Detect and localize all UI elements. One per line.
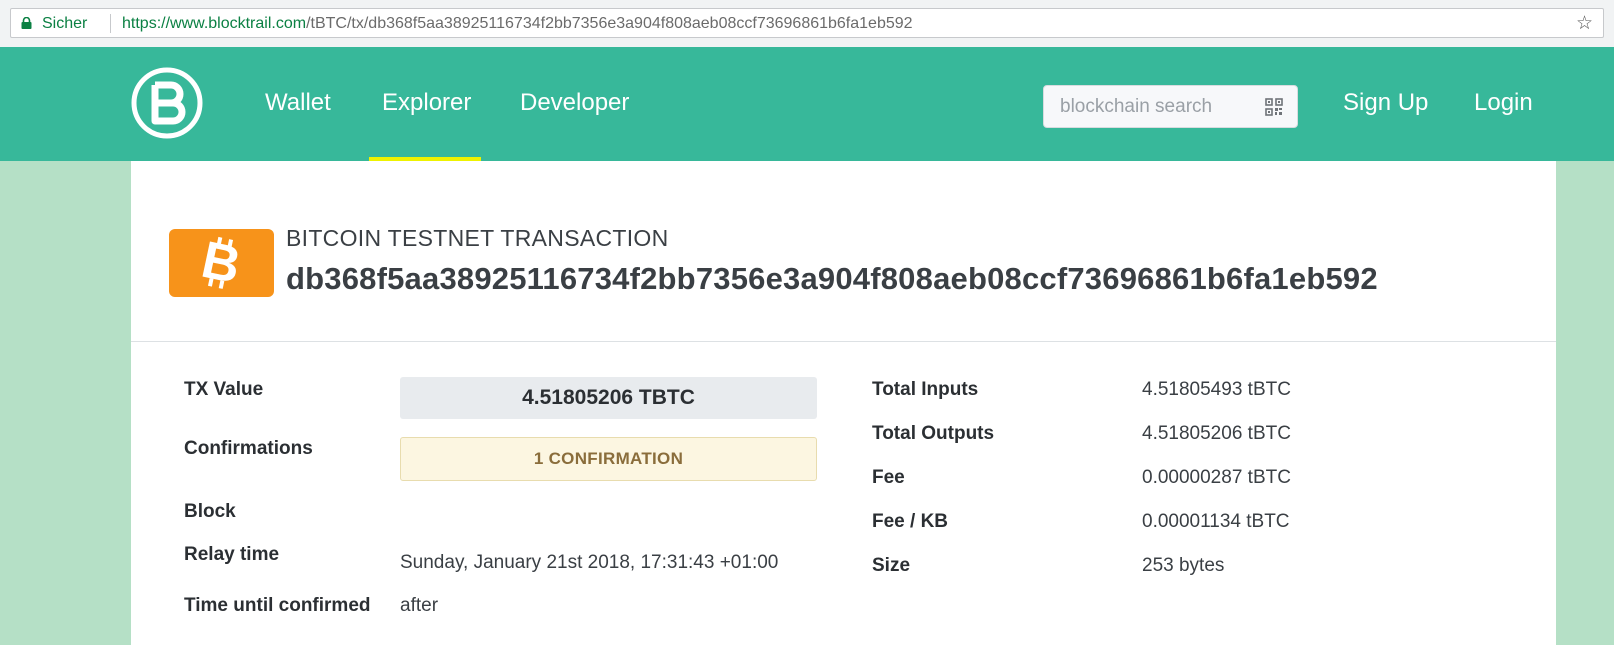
size-label: Size [872,555,911,576]
lock-icon [21,17,32,29]
secure-label[interactable]: Sicher [42,15,87,33]
size-value: 253 bytes [1142,555,1225,576]
blockchain-search-input[interactable] [1044,86,1259,127]
tx-value-label: TX Value [184,379,264,400]
bitcoin-icon: B [197,231,246,296]
address-bar[interactable]: Sicher https://www.blocktrail.com/tBTC/t… [10,8,1604,38]
tx-value-box: 4.51805206 TBTC [400,377,817,419]
time-until-confirmed-label: Time until confirmed [184,595,371,616]
qr-code-icon[interactable] [1265,98,1283,116]
fee-per-kb-label: Fee / KB [872,511,949,532]
nav-explorer[interactable]: Explorer [382,89,471,117]
search-box [1043,85,1298,128]
total-outputs-value: 4.51805206 tBTC [1142,423,1291,444]
total-inputs-label: Total Inputs [872,379,979,400]
time-until-confirmed-value: after [400,595,439,616]
relay-time-label: Relay time [184,544,280,565]
address-separator [110,14,111,33]
url-scheme: https:// [122,15,171,32]
star-icon[interactable]: ☆ [1576,14,1593,33]
browser-chrome: Sicher https://www.blocktrail.com/tBTC/t… [0,0,1614,47]
site-header: Wallet Explorer Developer Sign Up Login [0,47,1614,161]
nav-wallet[interactable]: Wallet [265,89,331,117]
url-path: /tBTC/tx/db368f5aa38925116734f2bb7356e3a… [306,15,913,32]
nav-developer[interactable]: Developer [520,89,629,117]
transaction-header: B BITCOIN TESTNET TRANSACTION db368f5aa3… [131,161,1556,342]
fee-label: Fee [872,467,905,488]
transaction-hash[interactable]: db368f5aa38925116734f2bb7356e3a904f808ae… [286,261,1378,297]
block-label: Block [184,501,236,522]
bitcoin-badge: B [169,229,274,297]
confirmations-badge: 1 CONFIRMATION [400,437,817,481]
total-inputs-value: 4.51805493 tBTC [1142,379,1291,400]
fee-per-kb-value: 0.00001134 tBTC [1142,511,1290,532]
login-link[interactable]: Login [1474,89,1533,117]
confirmations-label: Confirmations [184,438,313,459]
blocktrail-logo[interactable] [131,67,203,139]
transaction-type-label: BITCOIN TESTNET TRANSACTION [286,225,669,251]
url-host: www.blocktrail.com [170,15,307,32]
total-outputs-label: Total Outputs [872,423,995,444]
signup-link[interactable]: Sign Up [1343,89,1428,117]
url-text[interactable]: https://www.blocktrail.com/tBTC/tx/db368… [122,15,913,33]
relay-time-value: Sunday, January 21st 2018, 17:31:43 +01:… [400,552,779,573]
transaction-card: B BITCOIN TESTNET TRANSACTION db368f5aa3… [131,161,1556,645]
fee-value: 0.00000287 tBTC [1142,467,1291,488]
